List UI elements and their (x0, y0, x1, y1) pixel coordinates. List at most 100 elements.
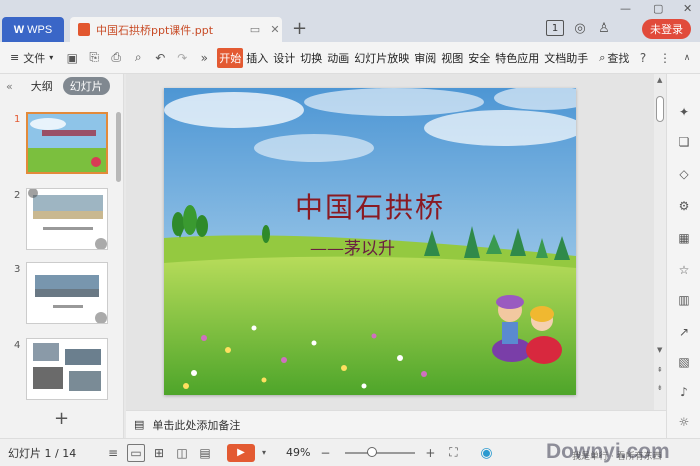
tab-doc-assistant[interactable]: 文档助手 (542, 48, 590, 68)
zoom-slider-knob[interactable] (367, 446, 378, 457)
toolbar: ≡ 文件 ▾ ▣ ⎘ ⎙ ⌕ ↶ ↷ » 开始 插入 设计 切换 动画 幻灯片放… (0, 42, 700, 74)
shirt-icon[interactable]: ♙ (596, 20, 612, 36)
canvas-scrollbar[interactable]: ▲ ▼ ⇞ ⇟ (654, 74, 666, 410)
search-button[interactable]: ⌕ 查找 (599, 50, 629, 66)
login-button[interactable]: 未登录 (642, 19, 691, 39)
presentation-file-icon (78, 23, 90, 36)
slide-panel: « 大纲 幻灯片 1 2 3 4 + (0, 74, 124, 438)
tab-slides[interactable]: 幻灯片 (62, 77, 110, 95)
normal-view-icon[interactable]: ▭ (127, 443, 145, 462)
image-library-icon[interactable]: ▦ (676, 230, 692, 246)
slide-number: 3 (14, 264, 21, 275)
help-icon[interactable]: ? (634, 49, 652, 67)
tab-design[interactable]: 设计 (271, 48, 297, 68)
slide-author[interactable]: ——茅以升 (310, 234, 395, 259)
slide-thumbnail[interactable] (26, 262, 108, 324)
more-options-icon[interactable]: ⋮ (656, 49, 674, 67)
tab-view[interactable]: 视图 (439, 48, 465, 68)
panel-scrollbar[interactable] (116, 112, 121, 182)
minimize-icon[interactable]: — (620, 2, 631, 15)
scroll-up-icon[interactable]: ▲ (657, 76, 662, 84)
scroll-thumb[interactable] (656, 96, 664, 122)
slide-canvas: 中国石拱桥 ——茅以升 (126, 74, 654, 410)
window-restore-icon[interactable]: ▭ (248, 23, 262, 37)
redo-icon[interactable]: ↷ (173, 49, 191, 67)
slide-number: 1 (14, 114, 21, 125)
feedback-icon[interactable]: ☼ (676, 414, 692, 430)
slide-number: 2 (14, 190, 21, 201)
zoom-in-icon[interactable]: + (421, 444, 439, 462)
slide-thumbnail[interactable] (26, 188, 108, 250)
new-tab-button[interactable]: + (292, 18, 307, 39)
tab-home[interactable]: 开始 (217, 47, 244, 68)
print-preview-icon[interactable]: ⌕ (129, 49, 147, 67)
notes-placeholder[interactable]: 单击此处添加备注 (152, 417, 240, 433)
zoom-level[interactable]: 49% (286, 446, 310, 459)
export-pdf-icon[interactable]: ⎘ (85, 49, 103, 67)
document-tab[interactable]: 中国石拱桥ppt课件.ppt ▭ ✕ (70, 17, 282, 42)
tab-review[interactable]: 审阅 (412, 48, 438, 68)
watermark-subtext: 我是单行 · 看所有东西 (572, 452, 662, 462)
tab-slideshow[interactable]: 幻灯片放映 (352, 48, 411, 68)
align-icon[interactable]: ≡ (104, 444, 122, 462)
notes-pane[interactable]: ▤ 单击此处添加备注 (126, 410, 666, 438)
search-label: 查找 (607, 51, 630, 65)
slide-number: 4 (14, 340, 21, 351)
more-chevron-icon[interactable]: » (195, 49, 213, 67)
slide-thumbnail-row[interactable]: 1 (0, 112, 112, 178)
tab-features[interactable]: 特色应用 (493, 48, 541, 68)
archive-icon[interactable]: ▥ (676, 292, 692, 308)
fit-window-icon[interactable]: ⛶ (444, 444, 462, 462)
maximize-icon[interactable]: ▢ (653, 2, 663, 15)
print-icon[interactable]: ⎙ (107, 49, 125, 67)
wps-logo-icon: W (13, 23, 25, 36)
zoom-out-icon[interactable]: − (316, 444, 334, 462)
slide-title[interactable]: 中国石拱桥 (164, 186, 576, 226)
skin-icon[interactable]: ◎ (572, 20, 588, 36)
chevron-down-icon: ▾ (49, 53, 54, 62)
slide-indicator[interactable]: 幻灯片 1 / 14 (8, 445, 104, 461)
shape-icon[interactable]: ◇ (676, 166, 692, 182)
next-slide-icon[interactable]: ⇟ (657, 384, 663, 392)
add-slide-button[interactable]: + (54, 408, 69, 429)
tab-security[interactable]: 安全 (466, 48, 492, 68)
tab-animations[interactable]: 动画 (325, 48, 351, 68)
share-icon[interactable]: ↗ (676, 324, 692, 340)
tab-outline[interactable]: 大纲 (31, 78, 53, 94)
close-tab-icon[interactable]: ✕ (268, 23, 282, 37)
settings-sliders-icon[interactable]: ⚙ (676, 198, 692, 214)
slide-thumbnail[interactable] (26, 112, 108, 174)
slide-thumbnail-row[interactable]: 2 (0, 188, 112, 254)
slide-thumbnail-row[interactable]: 4 (0, 338, 112, 404)
slide-thumbnail-row[interactable]: 3 (0, 262, 112, 328)
sorter-view-icon[interactable]: ⊞ (150, 444, 168, 462)
play-slideshow-button[interactable]: ▶ (227, 443, 255, 462)
slide-thumbnail[interactable] (26, 338, 108, 400)
audio-icon[interactable]: ♪ (676, 384, 692, 400)
prev-slide-icon[interactable]: ⇞ (657, 366, 663, 374)
file-menu-label: 文件 (23, 51, 46, 65)
current-slide[interactable]: 中国石拱桥 ——茅以升 (164, 88, 576, 395)
star-icon[interactable]: ☆ (676, 262, 692, 278)
wps-tab-label: WPS (27, 23, 53, 36)
magic-icon[interactable]: ✦ (676, 104, 692, 120)
wps-home-tab[interactable]: W WPS (2, 17, 64, 42)
collapse-panel-icon[interactable]: « (6, 80, 13, 93)
slide-count-badge[interactable]: 1 (546, 20, 564, 36)
color-palette-icon[interactable]: ◉ (477, 444, 495, 462)
collapse-ribbon-icon[interactable]: ∧ (678, 49, 696, 67)
tab-insert[interactable]: 插入 (244, 48, 270, 68)
style-icon[interactable]: ❏ (676, 134, 692, 150)
notes-view-icon[interactable]: ▤ (196, 444, 214, 462)
save-icon[interactable]: ▣ (63, 49, 81, 67)
search-icon: ⌕ (599, 50, 606, 64)
file-menu-button[interactable]: ≡ 文件 ▾ (10, 50, 53, 66)
reading-view-icon[interactable]: ◫ (173, 444, 191, 462)
close-window-icon[interactable]: ✕ (683, 2, 692, 15)
picture-icon[interactable]: ▧ (676, 354, 692, 370)
zoom-slider[interactable] (345, 446, 416, 457)
scroll-down-icon[interactable]: ▼ (657, 346, 662, 354)
undo-icon[interactable]: ↶ (151, 49, 169, 67)
tab-transitions[interactable]: 切换 (298, 48, 324, 68)
play-options-chevron-icon[interactable]: ▾ (255, 444, 273, 462)
